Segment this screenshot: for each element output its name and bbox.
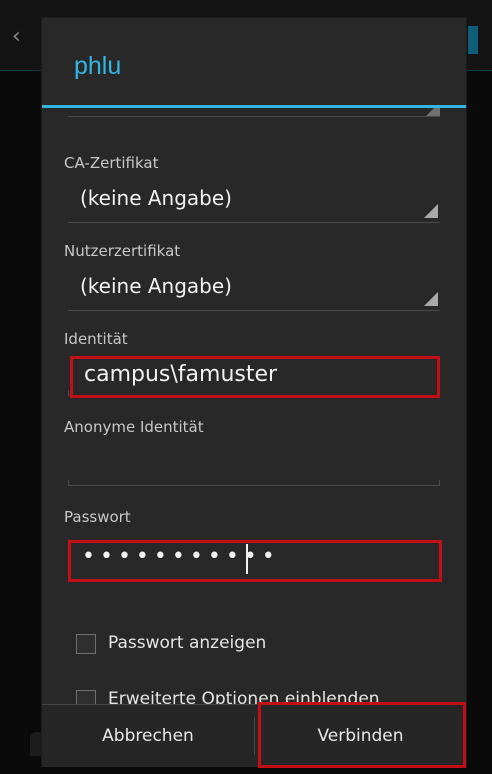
- advanced-options-checkbox[interactable]: [76, 690, 96, 704]
- show-password-option[interactable]: Passwort anzeigen: [76, 630, 356, 662]
- dialog-title-bar: phlu: [42, 18, 466, 108]
- dropdown-corner-icon: [424, 292, 438, 306]
- password-label: Passwort: [64, 508, 131, 526]
- ca-cert-label: CA-Zertifikat: [64, 154, 159, 172]
- dropdown-corner-icon: [424, 204, 438, 218]
- user-cert-spinner[interactable]: (keine Angabe): [68, 262, 440, 311]
- user-cert-value: (keine Angabe): [80, 274, 232, 298]
- connect-highlight-box: [258, 702, 466, 768]
- user-cert-label: Nutzerzertifikat: [64, 242, 181, 260]
- anon-identity-underline: [68, 480, 440, 486]
- anon-identity-field[interactable]: [68, 446, 440, 486]
- previous-spinner-stub: [68, 108, 440, 117]
- dialog-content[interactable]: CA-Zertifikat (keine Angabe) Nutzerzerti…: [42, 108, 466, 704]
- back-chevron-icon: ‹: [12, 24, 21, 49]
- identity-highlight-box: [70, 356, 440, 398]
- password-highlight-box: [68, 540, 442, 582]
- cancel-button[interactable]: Abbrechen: [42, 705, 254, 767]
- wifi-config-dialog: phlu CA-Zertifikat (keine Angabe) Nutzer…: [42, 18, 466, 768]
- show-password-label: Passwort anzeigen: [108, 633, 267, 653]
- show-password-checkbox[interactable]: [76, 634, 96, 654]
- background-accent-block: [468, 26, 478, 54]
- ca-cert-spinner[interactable]: (keine Angabe): [68, 174, 440, 223]
- identity-label: Identität: [64, 330, 128, 348]
- dialog-title: phlu: [74, 52, 122, 80]
- ca-cert-value: (keine Angabe): [80, 186, 232, 210]
- anon-identity-label: Anonyme Identität: [64, 418, 204, 436]
